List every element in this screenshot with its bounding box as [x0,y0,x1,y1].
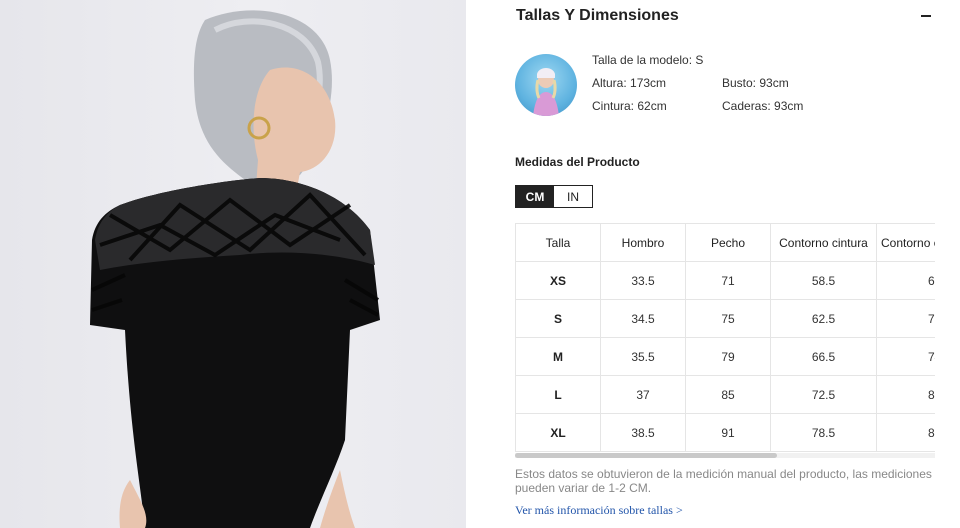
product-photo [0,0,466,528]
size-table: Talla Hombro Pecho Contorno cintura Cont… [515,223,935,452]
table-row: XS 33.5 71 58.5 66 [515,261,935,300]
unit-toggle: CM IN [515,185,593,208]
table-cell: 74 [876,337,935,376]
table-row: L 37 85 72.5 80 [515,375,935,414]
table-cell: 86 [876,413,935,452]
product-measures-title: Medidas del Producto [515,155,640,169]
model-bust: Busto: 93cm [722,76,789,90]
table-cell: 80 [876,375,935,414]
table-cell: 66 [876,261,935,300]
model-size: Talla de la modelo: S [592,53,704,67]
model-hips: Caderas: 93cm [722,99,804,113]
header-hombro: Hombro [600,223,686,262]
header-talla: Talla [515,223,601,262]
measurement-disclaimer: Estos datos se obtuvieron de la medición… [515,467,932,495]
size-cell: S [515,299,601,338]
header-contorno-cintura: Contorno cintura [770,223,877,262]
table-cell: 85 [685,375,771,414]
table-cell: 78.5 [770,413,877,452]
table-cell: 34.5 [600,299,686,338]
table-row: M 35.5 79 66.5 74 [515,337,935,376]
table-header-row: Talla Hombro Pecho Contorno cintura Cont… [515,223,935,262]
table-cell: 62.5 [770,299,877,338]
table-cell: 79 [685,337,771,376]
table-cell: 37 [600,375,686,414]
table-cell: 66.5 [770,337,877,376]
avatar-illustration [533,68,559,116]
table-cell: 75 [685,299,771,338]
size-cell: L [515,375,601,414]
more-size-info-link[interactable]: Ver más información sobre tallas > [515,503,683,518]
model-waist: Cintura: 62cm [592,99,667,113]
table-row: S 34.5 75 62.5 70 [515,299,935,338]
header-pecho: Pecho [685,223,771,262]
unit-in-button[interactable]: IN [554,186,592,207]
table-cell: 70 [876,299,935,338]
model-height: Altura: 173cm [592,76,667,90]
minus-icon[interactable] [921,15,931,17]
scrollbar-thumb[interactable] [515,453,777,458]
model-avatar [515,54,577,116]
size-cell: XS [515,261,601,300]
table-cell: 91 [685,413,771,452]
header-contorno-cadera: Contorno cadera [876,223,935,262]
table-cell: 35.5 [600,337,686,376]
table-cell: 72.5 [770,375,877,414]
size-info-panel: Tallas Y Dimensiones Talla de la modelo:… [466,0,960,528]
table-cell: 71 [685,261,771,300]
table-scrollbar[interactable] [515,453,935,458]
model-photo-illustration [90,10,380,528]
size-cell: M [515,337,601,376]
size-table-scroll[interactable]: Talla Hombro Pecho Contorno cintura Cont… [515,223,935,452]
table-row: XL 38.5 91 78.5 86 [515,413,935,452]
size-cell: XL [515,413,601,452]
section-title: Tallas Y Dimensiones [516,7,679,24]
table-cell: 33.5 [600,261,686,300]
table-cell: 38.5 [600,413,686,452]
table-cell: 58.5 [770,261,877,300]
unit-cm-button[interactable]: CM [516,186,554,207]
